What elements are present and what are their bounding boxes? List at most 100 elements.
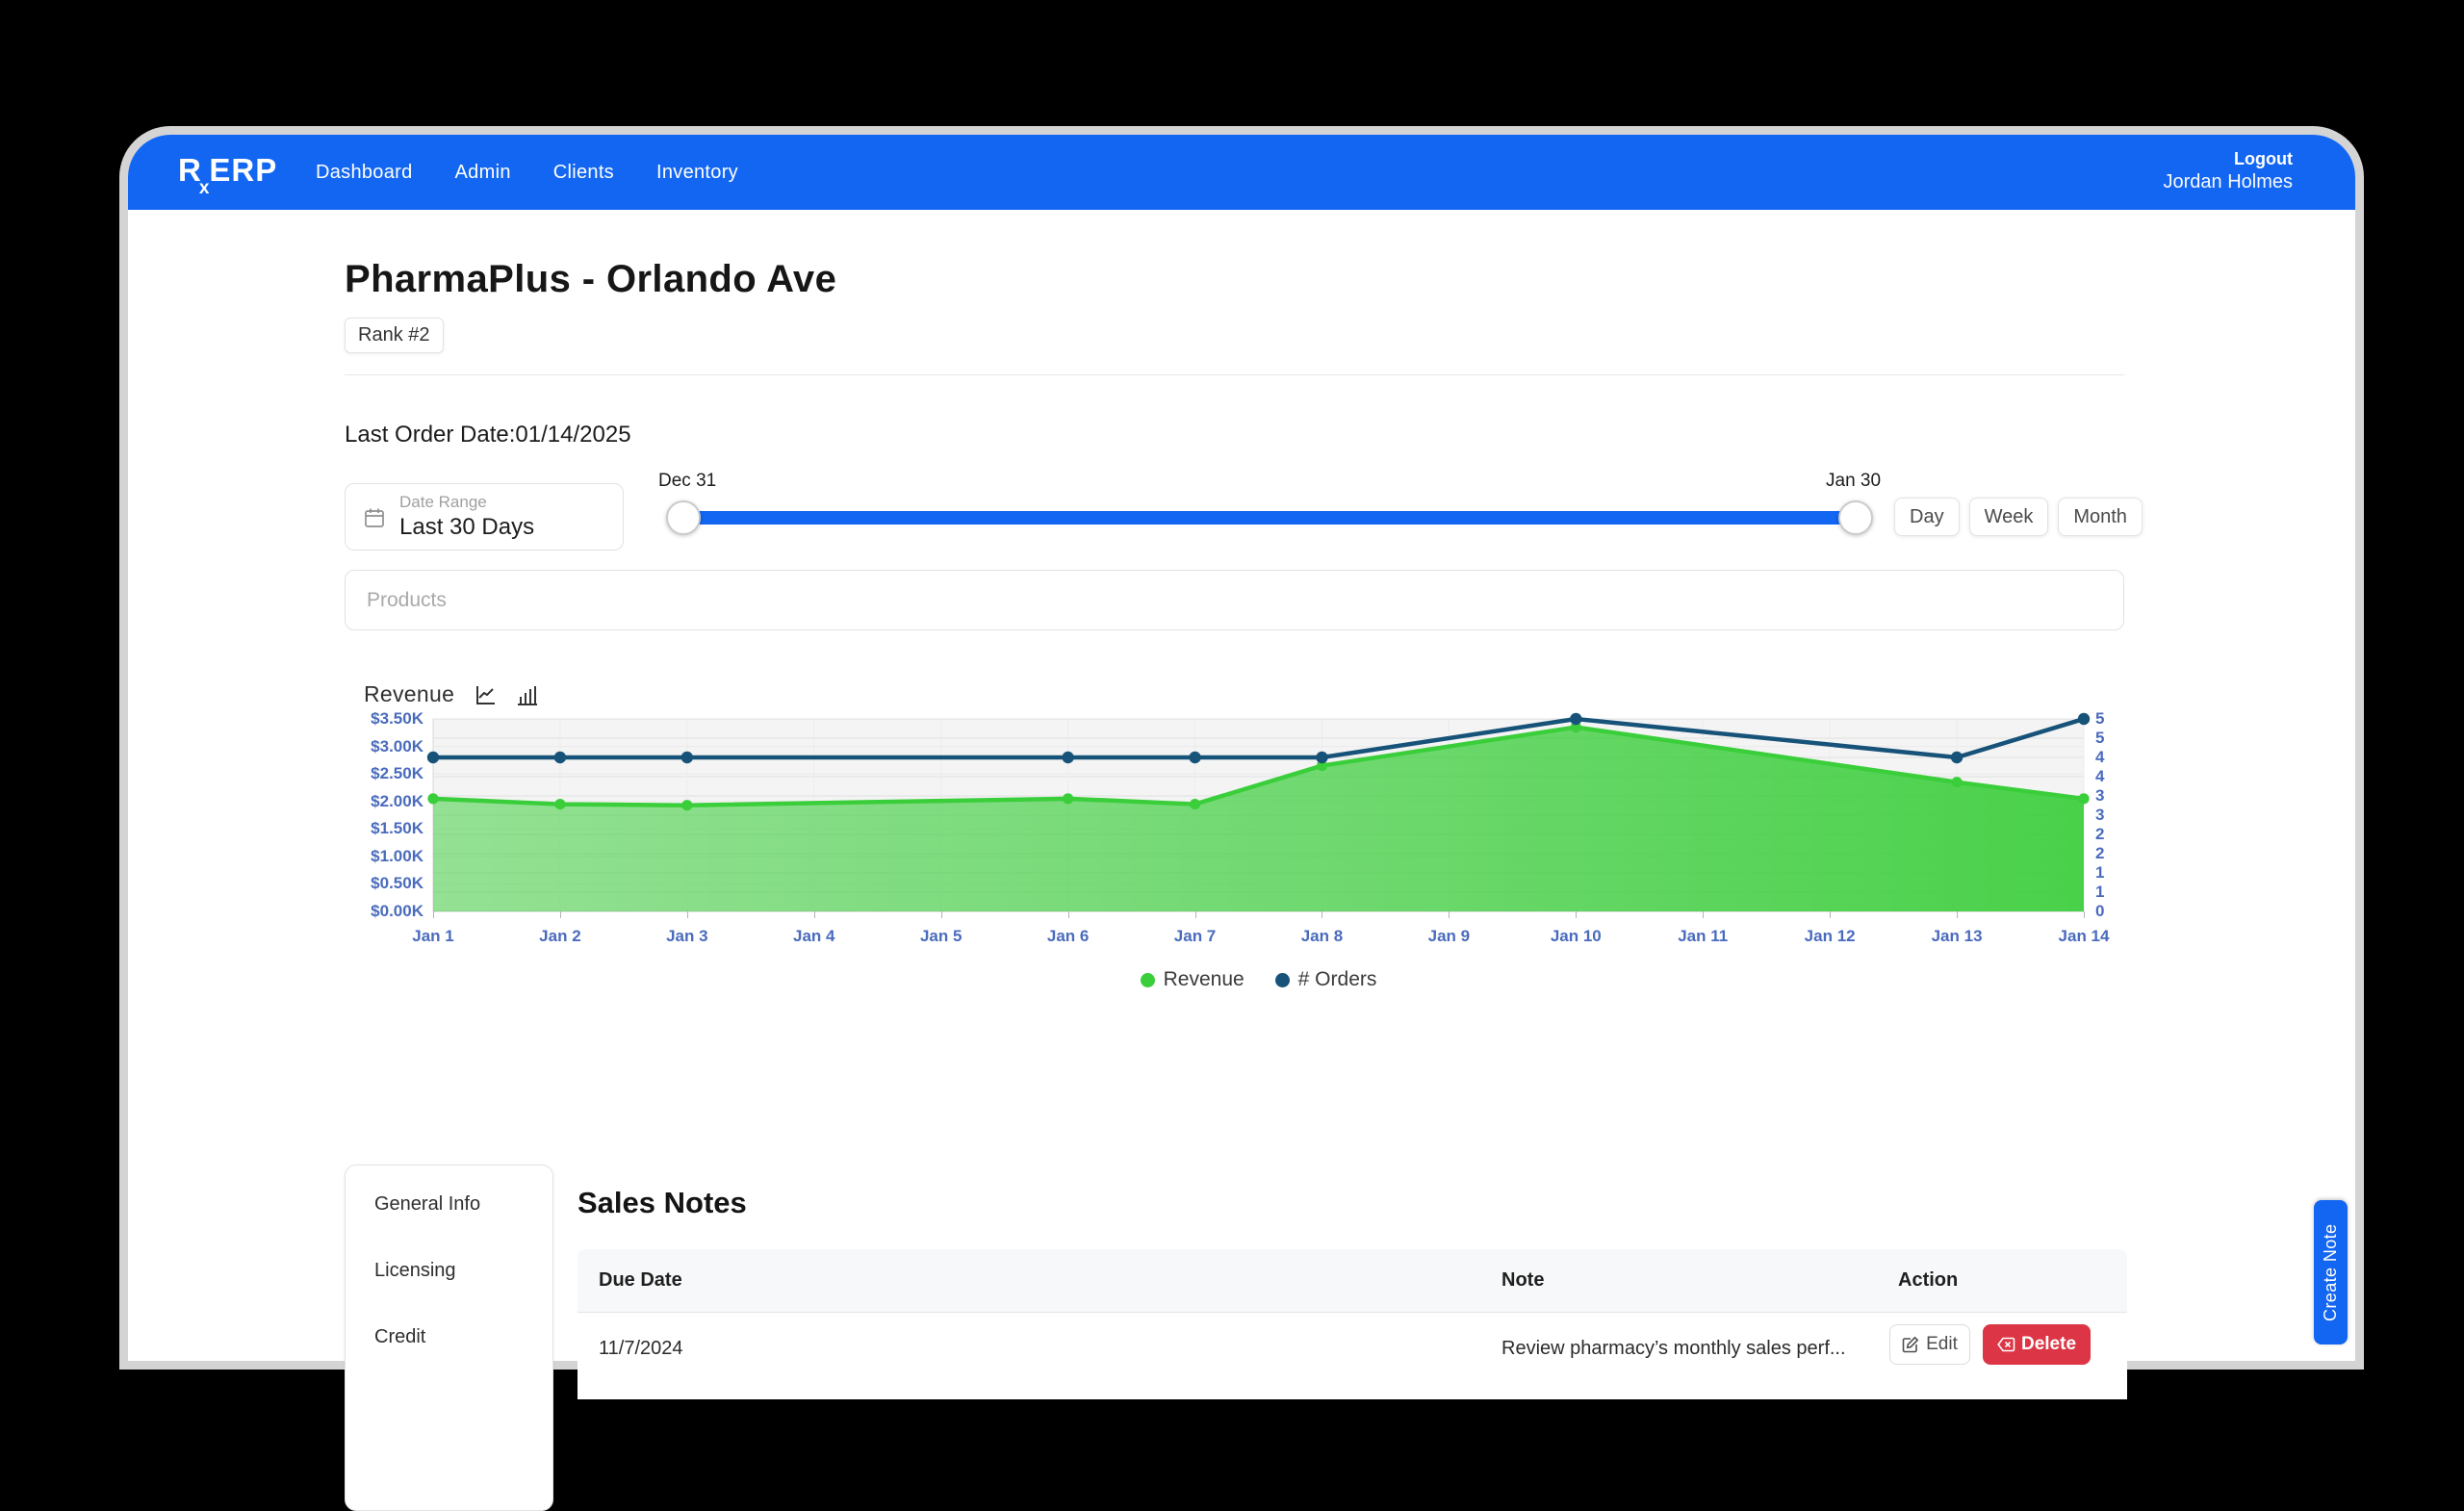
legend-label: # Orders (1298, 968, 1377, 991)
nav-item-clients[interactable]: Clients (553, 162, 614, 184)
x-axis-tick-mark (1068, 911, 1069, 918)
tab-general-info[interactable]: General Info (346, 1171, 552, 1238)
granularity-day-button[interactable]: Day (1894, 498, 1960, 536)
y-axis-left-tick: $2.50K (371, 764, 424, 783)
note-cell: Review pharmacy’s monthly sales perf... (1502, 1338, 1846, 1360)
rank-badge: Rank #2 (345, 318, 444, 353)
x-axis-tick: Jan 11 (1659, 927, 1746, 946)
y-axis-left-tick: $1.00K (371, 847, 424, 866)
products-input[interactable] (345, 570, 2124, 630)
chart-header: Revenue (364, 681, 537, 707)
bar-chart-icon[interactable] (518, 684, 537, 705)
x-axis-tick-mark (1449, 911, 1450, 918)
column-header-action: Action (1898, 1269, 1958, 1292)
chart-legend: Revenue # Orders (433, 968, 2084, 991)
page-title: PharmaPlus - Orlando Ave (345, 258, 836, 301)
y-axis-left-tick: $3.00K (371, 737, 424, 756)
x-axis-tick-mark (1830, 911, 1831, 918)
edit-button[interactable]: Edit (1889, 1324, 1970, 1365)
y-axis-left-tick: $1.50K (371, 819, 424, 838)
app-logo[interactable]: RxERP (178, 152, 277, 189)
logo-erp: ERP (209, 152, 277, 188)
line-chart-icon[interactable] (475, 684, 497, 705)
y-axis-right-tick: 3 (2095, 786, 2104, 806)
x-axis-tick: Jan 14 (2040, 927, 2127, 946)
y-axis-right-tick: 1 (2095, 863, 2104, 883)
x-axis-tick: Jan 4 (771, 927, 858, 946)
y-axis-right-tick: 0 (2095, 902, 2104, 921)
edit-button-label: Edit (1926, 1334, 1958, 1355)
y-axis-right-tick: 1 (2095, 883, 2104, 902)
calendar-icon (364, 507, 385, 528)
legend-item--orders[interactable]: # Orders (1275, 968, 1377, 991)
nav-user-area: Logout Jordan Holmes (2163, 148, 2293, 194)
y-axis-left-tick: $0.00K (371, 902, 424, 921)
header-divider (345, 374, 2124, 375)
x-axis-tick-mark (2084, 911, 2085, 918)
x-axis-tick-mark (433, 911, 434, 918)
x-axis-tick: Jan 12 (1786, 927, 1873, 946)
slider-handle-end[interactable] (1838, 500, 1873, 535)
column-header-due-date: Due Date (599, 1269, 682, 1292)
logo-x: x (199, 178, 211, 199)
top-navbar: RxERP Dashboard Admin Clients Inventory Log… (128, 135, 2355, 210)
nav-item-admin[interactable]: Admin (455, 162, 511, 184)
x-axis-tick-mark (1703, 911, 1704, 918)
y-axis-right-tick: 3 (2095, 806, 2104, 825)
x-axis-tick: Jan 6 (1025, 927, 1112, 946)
legend-item-revenue[interactable]: Revenue (1141, 968, 1245, 991)
nav-item-inventory[interactable]: Inventory (656, 162, 738, 184)
chart-title: Revenue (364, 681, 454, 707)
y-axis-right-tick: 4 (2095, 748, 2104, 767)
legend-dot-icon (1141, 973, 1155, 987)
create-note-button[interactable]: Create Note (2314, 1200, 2348, 1345)
x-axis-tick-mark (1576, 911, 1577, 918)
y-axis-right-tick: 5 (2095, 729, 2104, 748)
logout-button[interactable]: Logout (2163, 148, 2293, 170)
legend-label: Revenue (1164, 968, 1245, 991)
x-axis-tick-mark (560, 911, 561, 918)
revenue-chart-plot: $3.50K$3.00K$2.50K$2.00K$1.50K$1.00K$0.5… (433, 719, 2084, 911)
y-axis-right-tick: 5 (2095, 709, 2104, 729)
tab-licensing[interactable]: Licensing (346, 1238, 552, 1304)
granularity-month-button[interactable]: Month (2058, 498, 2143, 536)
x-axis-tick-mark (1195, 911, 1196, 918)
date-range-value: Last 30 Days (399, 514, 534, 541)
detail-tabs-card: General InfoLicensingCredit (345, 1165, 553, 1511)
nav-links: Dashboard Admin Clients Inventory (316, 135, 738, 210)
x-axis-tick: Jan 13 (1913, 927, 2000, 946)
delete-icon (1997, 1337, 2015, 1352)
sales-notes-title: Sales Notes (578, 1186, 747, 1220)
delete-button[interactable]: Delete (1983, 1324, 2091, 1365)
slider-handle-start[interactable] (666, 500, 701, 535)
due-date-cell: 11/7/2024 (599, 1338, 683, 1360)
y-axis-left-tick: $2.00K (371, 792, 424, 811)
table-row: 11/7/2024 Review pharmacy’s monthly sales… (578, 1313, 2127, 1399)
edit-icon (1902, 1336, 1919, 1353)
x-axis-tick: Jan 7 (1152, 927, 1239, 946)
granularity-week-button[interactable]: Week (1969, 498, 2049, 536)
x-axis-tick: Jan 10 (1532, 927, 1619, 946)
user-name: Jordan Holmes (2163, 170, 2293, 194)
y-axis-left-tick: $0.50K (371, 874, 424, 893)
x-axis-tick: Jan 3 (644, 927, 731, 946)
granularity-buttons: DayWeekMonth (1894, 498, 2143, 536)
x-axis-tick-mark (1957, 911, 1958, 918)
date-range-select[interactable]: Date Range Last 30 Days (345, 483, 624, 551)
x-axis-tick-mark (814, 911, 815, 918)
table-body: 11/7/2024 Review pharmacy’s monthly sales… (578, 1313, 2127, 1399)
x-axis-tick: Jan 8 (1278, 927, 1365, 946)
table-header-row: Due Date Note Action (578, 1249, 2127, 1313)
slider-start-label: Dec 31 (658, 471, 716, 492)
slider-end-label: Jan 30 (1826, 471, 1881, 492)
x-axis-tick: Jan 9 (1405, 927, 1492, 946)
date-slider-track[interactable] (683, 511, 1856, 525)
nav-item-dashboard[interactable]: Dashboard (316, 162, 413, 184)
x-axis-tick: Jan 5 (898, 927, 985, 946)
column-header-note: Note (1502, 1269, 1544, 1292)
x-axis-tick: Jan 1 (390, 927, 476, 946)
y-axis-right-tick: 4 (2095, 767, 2104, 786)
delete-button-label: Delete (2021, 1334, 2076, 1355)
y-axis-right-tick: 2 (2095, 825, 2104, 844)
y-axis-left-tick: $3.50K (371, 709, 424, 729)
